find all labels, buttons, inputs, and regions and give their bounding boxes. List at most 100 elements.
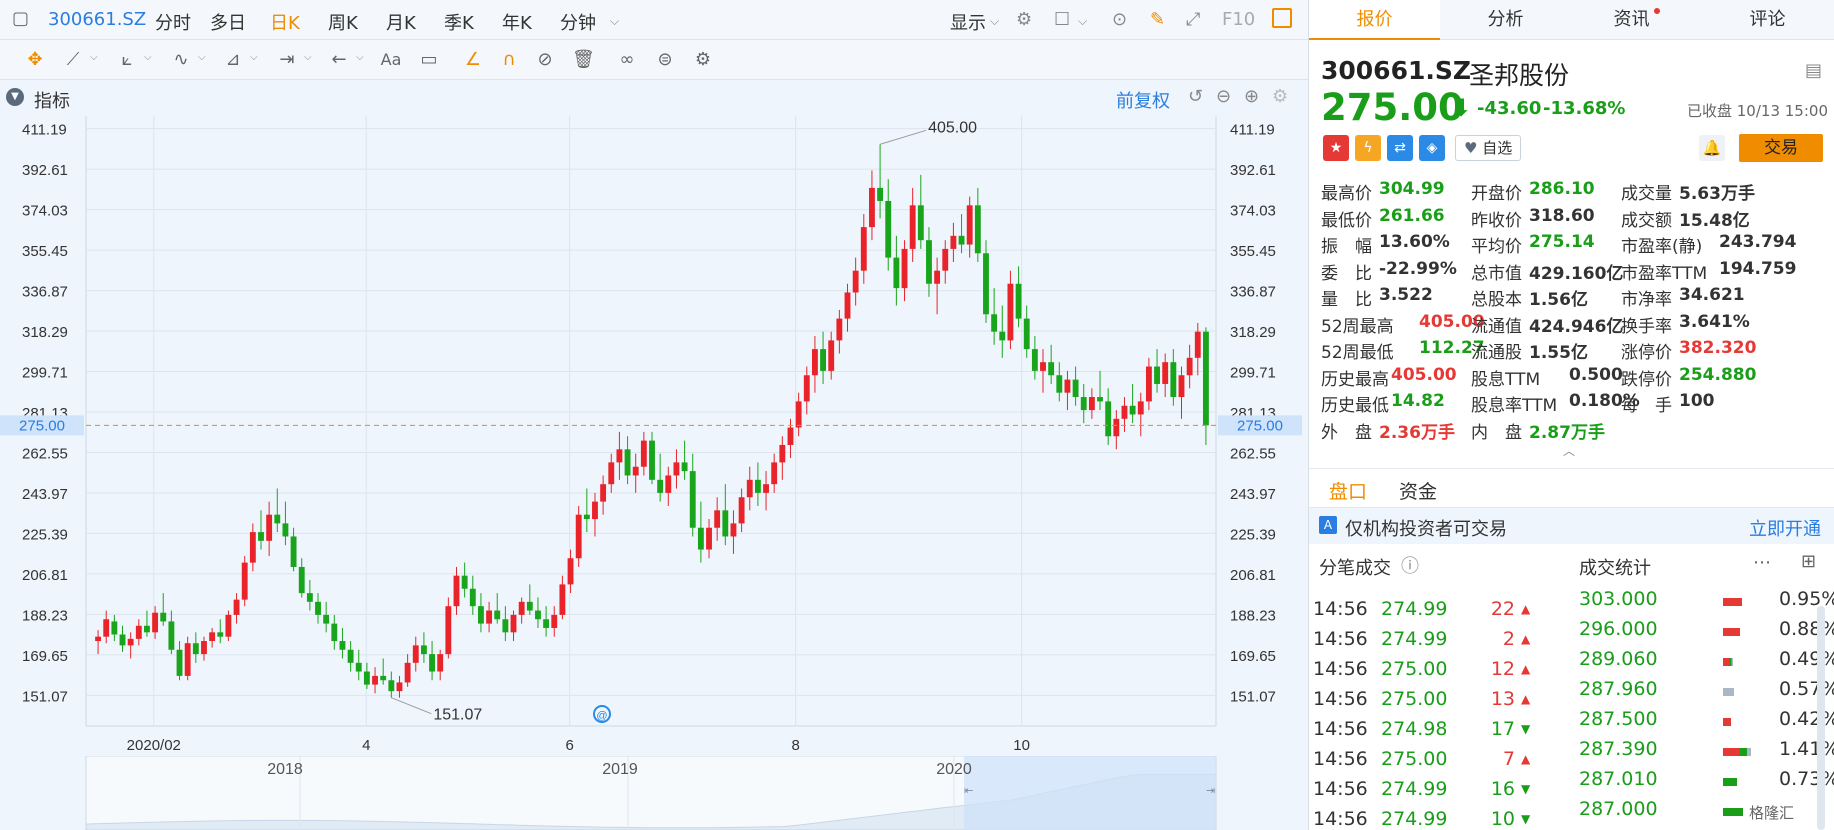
tab-intraday[interactable]: 分时: [155, 9, 191, 35]
display-menu[interactable]: 显示: [950, 9, 986, 35]
range-navigator[interactable]: ⇤ ⇥ 2018 2019 2020: [0, 756, 1308, 830]
tab-comments[interactable]: 评论: [1702, 0, 1833, 40]
last-price: 275.00: [1321, 86, 1464, 129]
gear-icon[interactable]: ⚙: [692, 49, 714, 71]
stock-code-label[interactable]: 300661.SZ: [48, 9, 146, 30]
hide-icon[interactable]: ⊘: [534, 49, 556, 71]
polyline-tool-icon[interactable]: ⟀: [116, 49, 138, 71]
tab-minute[interactable]: 分钟: [560, 9, 596, 35]
candle-body: [1072, 379, 1079, 398]
candle-body: [909, 205, 916, 249]
magnet-icon[interactable]: ∩: [498, 49, 520, 71]
ruler-icon[interactable]: ∠: [462, 49, 484, 71]
pencil-icon[interactable]: ✎: [1150, 9, 1165, 30]
square-icon[interactable]: ☐: [1054, 9, 1070, 30]
camera-icon[interactable]: ⊙: [1112, 9, 1127, 30]
fullscreen-icon[interactable]: ⤢: [1186, 9, 1200, 30]
help-icon[interactable]: ⓘ: [1401, 552, 1419, 578]
undo-icon[interactable]: ↺: [1188, 86, 1203, 107]
stat-value: -22.99%: [1379, 258, 1457, 279]
navigator-selection[interactable]: [964, 756, 1216, 830]
f10-button[interactable]: F10: [1222, 9, 1255, 30]
grid-icon[interactable]: ⊞: [1801, 551, 1816, 572]
more-icon[interactable]: ⋯: [1753, 552, 1771, 573]
triangle-down-icon: ▼: [1521, 782, 1531, 796]
chevron-down-icon[interactable]: ⌵: [144, 52, 152, 63]
wave-tool-icon[interactable]: ∿: [170, 49, 192, 71]
range-tool-icon[interactable]: ⇥: [276, 49, 298, 71]
candle-body: [437, 654, 444, 672]
arrow-tool-icon[interactable]: ←: [328, 49, 350, 71]
ticks-scrollbar[interactable]: [1817, 606, 1825, 830]
compare-icon[interactable]: ∞: [616, 49, 638, 71]
open-account-link[interactable]: 立即开通: [1749, 515, 1821, 541]
collapse-icon[interactable]: ▼: [6, 88, 24, 106]
candle-body: [665, 475, 672, 493]
x-tick-label: 6: [565, 737, 573, 754]
tab-analysis[interactable]: 分析: [1440, 0, 1571, 40]
tab-news[interactable]: 资讯: [1571, 0, 1702, 40]
tab-yearly-k[interactable]: 年K: [502, 9, 532, 35]
chevron-down-icon[interactable]: ⌵: [90, 52, 98, 63]
chevron-down-icon[interactable]: ⌵: [356, 52, 364, 63]
candle-body: [706, 527, 712, 550]
line-tool-icon[interactable]: ⟋: [62, 49, 84, 71]
indicator-label[interactable]: 指标: [34, 87, 70, 113]
chevron-down-icon[interactable]: ⌵: [1078, 14, 1087, 29]
y-tick-label: 318.29: [1230, 324, 1276, 341]
bell-icon[interactable]: 🔔: [1699, 135, 1725, 161]
stat-label: 开盘价: [1471, 184, 1522, 204]
stat-value: 2.36万手: [1379, 422, 1455, 443]
candle-body: [632, 466, 639, 476]
candle-body: [885, 200, 892, 258]
tab-weekly-k[interactable]: 周K: [328, 9, 358, 35]
settings-icon[interactable]: ⚙: [1272, 86, 1288, 107]
chevron-down-icon[interactable]: ⌵: [304, 52, 312, 63]
info-panel-icon[interactable]: ▤: [1805, 60, 1822, 81]
institution-banner: A 仅机构投资者可交易 立即开通: [1309, 508, 1834, 544]
layers-icon[interactable]: ⊜: [654, 49, 676, 71]
move-icon[interactable]: ✥: [24, 49, 46, 71]
tab-daily-k[interactable]: 日K: [270, 9, 300, 35]
stat-value: 254.880: [1679, 364, 1757, 385]
panel-toggle-icon[interactable]: [1272, 8, 1292, 28]
zoom-in-icon[interactable]: ⊕: [1244, 86, 1259, 107]
candlestick-chart[interactable]: 411.19 392.61 374.03 355.45 336.87 318.29 299.…: [0, 116, 1308, 756]
tab-order-book[interactable]: 盘口: [1329, 477, 1367, 504]
navigator-handle-right[interactable]: ⇥: [1206, 785, 1215, 797]
trade-button[interactable]: 交易: [1739, 134, 1823, 162]
stat-label: 昨收价: [1471, 210, 1522, 231]
stat-label: 换手率: [1621, 316, 1672, 337]
chevron-down-icon[interactable]: ⌵: [198, 52, 206, 63]
chevron-down-icon[interactable]: ⌵: [250, 52, 258, 63]
text-tool-icon[interactable]: Aa: [380, 49, 402, 71]
candle-body: [934, 270, 941, 284]
navigator-handle-left[interactable]: ⇤: [964, 785, 973, 797]
tab-monthly-k[interactable]: 月K: [386, 9, 416, 35]
chevron-down-icon[interactable]: ⌵: [990, 14, 999, 29]
candle-body: [893, 257, 900, 289]
candle-body: [429, 654, 435, 672]
watchlist-button[interactable]: ♥ 自选: [1455, 135, 1522, 161]
sidebar-toggle-icon[interactable]: ▢: [12, 8, 29, 29]
lightning-icon[interactable]: ϟ: [1355, 135, 1381, 161]
tab-quarterly-k[interactable]: 季K: [444, 9, 474, 35]
china-flag-icon[interactable]: ★: [1323, 135, 1349, 161]
candle-body: [119, 634, 126, 646]
gear-icon[interactable]: ⚙: [1016, 9, 1032, 30]
tab-funds[interactable]: 资金: [1399, 477, 1437, 504]
collapse-arrow-icon[interactable]: ︿: [1563, 442, 1575, 459]
shuffle-icon[interactable]: ⇄: [1387, 135, 1413, 161]
trash-icon[interactable]: 🗑: [572, 49, 595, 71]
measure-tool-icon[interactable]: ⊿: [222, 49, 244, 71]
candle-body: [372, 675, 378, 685]
tab-quote[interactable]: 报价: [1309, 0, 1440, 40]
zoom-out-icon[interactable]: ⊖: [1216, 86, 1231, 107]
comment-tool-icon[interactable]: ▭: [418, 49, 440, 71]
candle-body: [135, 625, 142, 639]
adjust-mode-label[interactable]: 前复权: [1116, 87, 1170, 113]
tab-multi-day[interactable]: 多日: [210, 9, 246, 35]
chevron-down-icon[interactable]: ⌵: [610, 14, 619, 29]
tick-price: 274.99: [1381, 778, 1448, 800]
tag-icon[interactable]: ◈: [1419, 135, 1445, 161]
